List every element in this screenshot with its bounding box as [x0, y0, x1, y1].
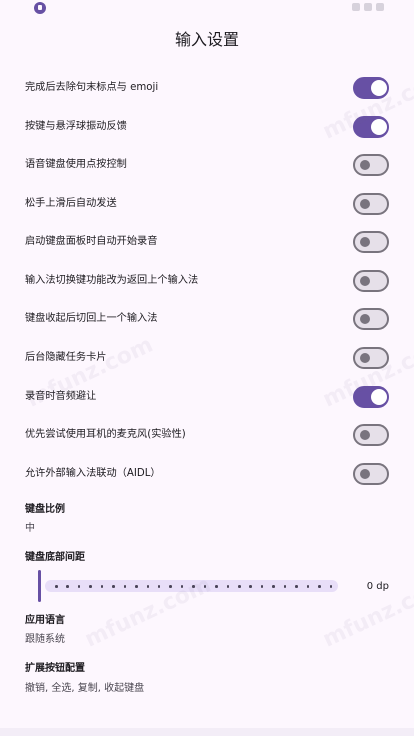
- setting-row[interactable]: 键盘收起后切回上一个输入法: [0, 300, 414, 338]
- keyboard-ratio-value: 中: [25, 523, 35, 534]
- app-language-title[interactable]: 应用语言: [25, 614, 65, 628]
- setting-toggle[interactable]: [353, 463, 389, 485]
- setting-label: 完成后去除句末标点与 emoji: [25, 82, 159, 93]
- slider-tick: [260, 585, 264, 588]
- keyboard-ratio-title[interactable]: 键盘比例: [25, 503, 65, 517]
- bottom-edge: [0, 728, 414, 736]
- toggle-thumb: [360, 469, 370, 479]
- slider-tick: [203, 585, 207, 588]
- slider-tick-marks: [55, 585, 332, 588]
- setting-label: 录音时音频避让: [25, 391, 97, 402]
- setting-toggle[interactable]: [353, 77, 389, 99]
- slider-tick: [238, 585, 241, 588]
- slider-tick: [66, 585, 69, 588]
- battery-icon: [376, 3, 384, 11]
- slider-tick: [112, 585, 115, 588]
- slider-tick: [169, 585, 172, 588]
- setting-label: 允许外部输入法联动（AIDL）: [25, 468, 161, 479]
- setting-toggle[interactable]: [353, 308, 389, 330]
- setting-row[interactable]: 输入法切换键功能改为返回上个输入法: [0, 262, 414, 300]
- slider-tick: [192, 585, 195, 588]
- slider-tick: [123, 585, 127, 588]
- slider-tick: [180, 585, 184, 588]
- app-language-value: 跟随系统: [25, 634, 65, 645]
- setting-toggle[interactable]: [353, 116, 389, 138]
- extension-buttons-value: 撤销, 全选, 复制, 收起键盘: [25, 683, 145, 694]
- download-notification-icon: [34, 2, 46, 14]
- setting-toggle[interactable]: [353, 193, 389, 215]
- toggle-thumb: [360, 160, 370, 170]
- slider-tick: [55, 585, 58, 588]
- setting-label: 启动键盘面板时自动开始录音: [25, 236, 158, 247]
- setting-row[interactable]: 允许外部输入法联动（AIDL）: [0, 455, 414, 493]
- setting-row[interactable]: 松手上滑后自动发送: [0, 185, 414, 223]
- toggle-thumb: [371, 80, 387, 96]
- setting-label: 语音键盘使用点按控制: [25, 159, 127, 170]
- slider-tick: [157, 585, 161, 588]
- slider-track[interactable]: [45, 580, 338, 592]
- setting-row[interactable]: 启动键盘面板时自动开始录音: [0, 223, 414, 261]
- setting-row[interactable]: 录音时音频避让: [0, 378, 414, 416]
- setting-label: 键盘收起后切回上一个输入法: [25, 313, 158, 324]
- setting-label: 输入法切换键功能改为返回上个输入法: [25, 275, 199, 286]
- setting-label: 优先尝试使用耳机的麦克风(实验性): [25, 429, 186, 440]
- slider-tick: [318, 585, 321, 588]
- signal-icon: [364, 3, 372, 11]
- page-title: 输入设置: [174, 30, 239, 49]
- slider-tick: [283, 585, 287, 588]
- setting-row[interactable]: 后台隐藏任务卡片: [0, 339, 414, 377]
- status-bar: [0, 0, 414, 16]
- setting-toggle[interactable]: [353, 231, 389, 253]
- setting-row[interactable]: 按键与悬浮球振动反馈: [0, 108, 414, 146]
- setting-label: 按键与悬浮球振动反馈: [25, 121, 127, 132]
- setting-row[interactable]: 优先尝试使用耳机的麦克风(实验性): [0, 416, 414, 454]
- slider-tick: [329, 585, 332, 588]
- slider-handle[interactable]: [38, 570, 41, 602]
- setting-toggle[interactable]: [353, 154, 389, 176]
- toggle-thumb: [360, 199, 370, 209]
- setting-toggle[interactable]: [353, 270, 389, 292]
- setting-toggle[interactable]: [353, 386, 389, 408]
- slider-tick: [215, 585, 218, 588]
- toggle-thumb: [360, 314, 370, 324]
- status-icons: [352, 3, 384, 13]
- slider-tick: [226, 585, 230, 588]
- slider-tick: [77, 585, 81, 588]
- slider-tick: [89, 585, 92, 588]
- slider-tick: [295, 585, 298, 588]
- wifi-icon: [352, 3, 360, 11]
- slider-tick: [135, 585, 138, 588]
- extension-buttons-title[interactable]: 扩展按钮配置: [25, 662, 85, 676]
- keyboard-bottom-gap-slider[interactable]: [36, 570, 340, 602]
- setting-toggle[interactable]: [353, 424, 389, 446]
- toggle-thumb: [360, 276, 370, 286]
- setting-label: 松手上滑后自动发送: [25, 198, 117, 209]
- toggle-thumb: [360, 237, 370, 247]
- slider-tick: [146, 585, 149, 588]
- setting-toggle[interactable]: [353, 347, 389, 369]
- setting-row[interactable]: 完成后去除句末标点与 emoji: [0, 69, 414, 107]
- slider-tick: [272, 585, 275, 588]
- keyboard-bottom-gap-title: 键盘底部间距: [25, 552, 85, 563]
- toggle-thumb: [360, 430, 370, 440]
- slider-tick: [249, 585, 252, 588]
- slider-tick: [306, 585, 310, 588]
- slider-tick: [100, 585, 104, 588]
- setting-label: 后台隐藏任务卡片: [25, 352, 107, 363]
- setting-row[interactable]: 语音键盘使用点按控制: [0, 146, 414, 184]
- toggle-thumb: [371, 389, 387, 405]
- keyboard-bottom-gap-value: 0 dp: [366, 581, 389, 592]
- toggle-thumb: [371, 119, 387, 135]
- toggle-thumb: [360, 353, 370, 363]
